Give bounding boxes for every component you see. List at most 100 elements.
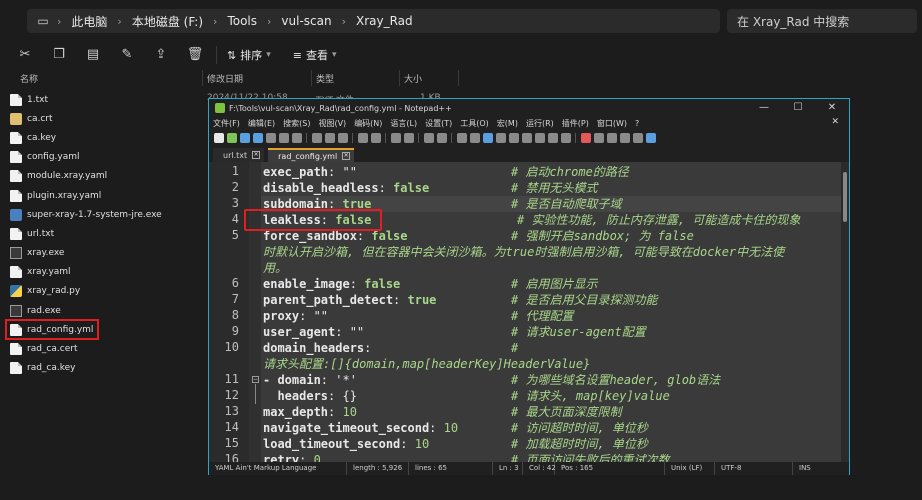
word-wrap-icon[interactable]	[482, 133, 493, 143]
vertical-scrollbar[interactable]	[841, 162, 849, 462]
list-item[interactable]: xray_rad.py	[0, 282, 205, 301]
menu-encoding[interactable]: 编码(N)	[350, 118, 386, 129]
tab-close-icon[interactable]: ✕	[342, 152, 351, 160]
print-icon[interactable]	[291, 133, 302, 143]
yaml-key: parent_path_detect	[263, 293, 394, 307]
close-all-icon[interactable]	[278, 133, 289, 143]
breadcrumb-item[interactable]: Tools	[221, 14, 263, 28]
menu-run[interactable]: 运行(R)	[522, 118, 558, 129]
list-item[interactable]: ca.crt	[0, 109, 205, 128]
scrollbar-thumb[interactable]	[843, 172, 847, 222]
folder-workspace-icon[interactable]	[547, 133, 558, 143]
list-item[interactable]: url.txt	[0, 224, 205, 243]
list-item[interactable]: rad_ca.key	[0, 359, 205, 378]
share-icon[interactable]: ⇪	[152, 46, 170, 64]
menu-tools[interactable]: 工具(O)	[456, 118, 493, 129]
find-icon[interactable]	[390, 133, 401, 143]
menu-macro[interactable]: 宏(M)	[493, 118, 522, 129]
column-divider[interactable]	[202, 70, 203, 86]
menu-search[interactable]: 搜索(S)	[279, 118, 314, 129]
cut-icon[interactable]: ✂	[16, 46, 34, 64]
save-all-icon[interactable]	[252, 133, 263, 143]
window-title-bar[interactable]: F:\Tools\vul-scan\Xray_Rad\rad_config.ym…	[209, 99, 849, 117]
close-file-icon[interactable]	[265, 133, 276, 143]
fold-collapse-icon[interactable]: −	[252, 376, 259, 383]
zoom-in-icon[interactable]	[423, 133, 434, 143]
column-type[interactable]: 类型	[316, 72, 334, 85]
line-number: 3	[231, 196, 239, 210]
play-macro-icon[interactable]	[606, 133, 617, 143]
replace-icon[interactable]	[403, 133, 414, 143]
show-all-chars-icon[interactable]	[495, 133, 506, 143]
menu-edit[interactable]: 编辑(E)	[244, 118, 279, 129]
delete-icon[interactable]: 🗑	[186, 46, 204, 64]
list-item[interactable]: rad.exe	[0, 301, 205, 320]
run-macro-multiple-icon[interactable]	[619, 133, 630, 143]
save-icon[interactable]	[239, 133, 250, 143]
list-item[interactable]: ca.key	[0, 128, 205, 147]
tab-close-icon[interactable]: ✕	[252, 151, 261, 159]
column-divider[interactable]	[458, 70, 459, 86]
redo-icon[interactable]	[370, 133, 381, 143]
save-macro-icon[interactable]	[632, 133, 643, 143]
close-button[interactable]: ✕	[815, 99, 849, 117]
undo-icon[interactable]	[357, 133, 368, 143]
maximize-button[interactable]: ☐	[781, 99, 815, 117]
indent-guide-icon[interactable]	[508, 133, 519, 143]
zoom-out-icon[interactable]	[436, 133, 447, 143]
view-button[interactable]: ≡ 查看 ▾	[293, 47, 337, 63]
list-item[interactable]: 1.txt	[0, 90, 205, 109]
list-item[interactable]: plugin.xray.yaml	[0, 186, 205, 205]
menu-language[interactable]: 语言(L)	[386, 118, 421, 129]
list-item[interactable]: super-xray-1.7-system-jre.exe	[0, 205, 205, 224]
monitor-icon[interactable]	[560, 133, 571, 143]
doc-map-icon[interactable]	[521, 133, 532, 143]
paste-icon[interactable]: ▤	[84, 46, 102, 64]
list-item[interactable]: module.xray.yaml	[0, 167, 205, 186]
list-item[interactable]: config.yaml	[0, 148, 205, 167]
cut-icon[interactable]	[311, 133, 322, 143]
tab-rad-config-yml[interactable]: rad_config.yml ✕	[268, 148, 355, 162]
menu-view[interactable]: 视图(V)	[314, 118, 350, 129]
search-input[interactable]: 在 Xray_Rad 中搜索	[727, 9, 917, 33]
menu-help[interactable]: ?	[631, 119, 643, 128]
breadcrumb-item[interactable]: 本地磁盘 (F:)	[126, 13, 209, 30]
spell-check-icon[interactable]	[645, 133, 656, 143]
sort-button[interactable]: ⇅ 排序 ▾	[227, 47, 271, 63]
column-divider[interactable]	[399, 70, 400, 86]
menu-plugins[interactable]: 插件(P)	[558, 118, 593, 129]
minimize-button[interactable]: —	[747, 99, 781, 117]
breadcrumb[interactable]: ▭ › 此电脑 › 本地磁盘 (F:) › Tools › vul-scan ›…	[27, 9, 720, 33]
yaml-comment: # 实验性功能, 防止内存泄露, 可能造成卡住的现象	[517, 213, 801, 227]
list-item[interactable]: rad_ca.cert	[0, 339, 205, 358]
paste-icon[interactable]	[337, 133, 348, 143]
menu-file[interactable]: 文件(F)	[209, 118, 244, 129]
breadcrumb-item[interactable]: 此电脑	[65, 13, 113, 30]
menu-window[interactable]: 窗口(W)	[593, 118, 631, 129]
rename-icon[interactable]: ✎	[118, 46, 136, 64]
tab-url-txt[interactable]: url.txt ✕	[213, 148, 265, 162]
record-macro-icon[interactable]	[580, 133, 591, 143]
list-item[interactable]: xray.yaml	[0, 263, 205, 282]
new-file-icon[interactable]	[213, 133, 224, 143]
list-item-selected[interactable]: rad_config.yml	[5, 319, 99, 341]
column-divider[interactable]	[311, 70, 312, 86]
sync-h-icon[interactable]	[469, 133, 480, 143]
close-document-icon[interactable]: ✕	[827, 117, 843, 127]
status-bar: YAML Ain't Markup Language length : 5,92…	[209, 462, 849, 475]
copy-icon[interactable]: ❐	[50, 46, 68, 64]
menu-settings[interactable]: 设置(T)	[421, 118, 456, 129]
code-editor[interactable]: 1 exec_path: "" # 启动chrome的路径 2 disable_…	[209, 162, 849, 462]
sync-v-icon[interactable]	[456, 133, 467, 143]
stop-macro-icon[interactable]	[593, 133, 604, 143]
copy-icon[interactable]	[324, 133, 335, 143]
open-file-icon[interactable]	[226, 133, 237, 143]
column-date[interactable]: 修改日期	[207, 72, 243, 85]
function-list-icon[interactable]	[534, 133, 545, 143]
column-name[interactable]: 名称	[20, 72, 38, 85]
column-size[interactable]: 大小	[404, 72, 422, 85]
code-line: retry: 0	[263, 452, 321, 462]
breadcrumb-item[interactable]: vul-scan	[275, 14, 337, 28]
list-item[interactable]: xray.exe	[0, 244, 205, 263]
breadcrumb-item[interactable]: Xray_Rad	[350, 14, 419, 28]
